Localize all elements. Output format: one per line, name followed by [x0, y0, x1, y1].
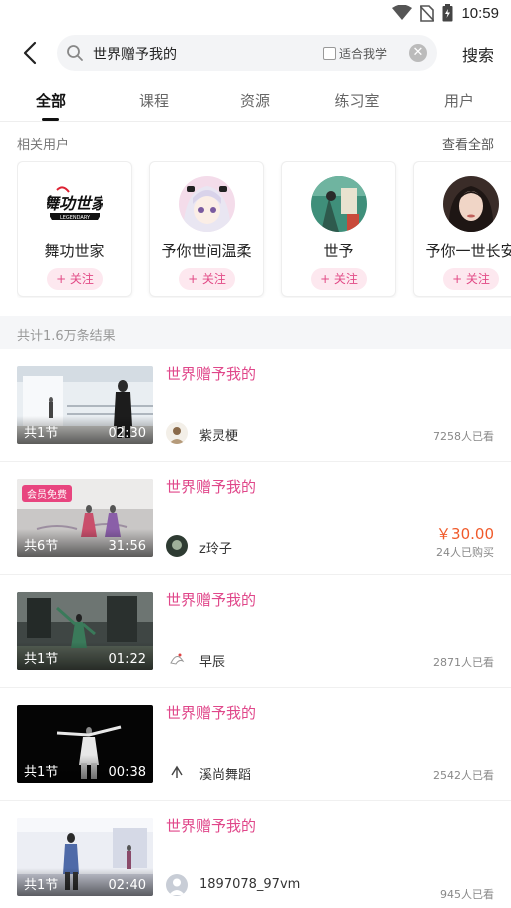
- course-item[interactable]: 共1节 01:22 世界赠予我的 早辰 2871人已看: [0, 575, 511, 688]
- duration: 31:56: [108, 539, 146, 554]
- result-count-bar: 共计1.6万条结果: [0, 316, 511, 349]
- course-thumbnail[interactable]: 共1节 00:38: [17, 705, 153, 783]
- duration: 02:30: [108, 426, 146, 441]
- search-icon: [67, 45, 83, 61]
- brand-logo-subtext: LEGENDARY: [60, 215, 91, 221]
- user-name: 予你世间温柔: [161, 242, 252, 260]
- related-users-title: 相关用户: [17, 138, 70, 153]
- search-input[interactable]: 世界赠予我的: [93, 44, 177, 64]
- search-button[interactable]: 搜索: [462, 42, 494, 66]
- fit-me-label: 适合我学: [339, 47, 388, 61]
- course-title[interactable]: 世界赠予我的: [166, 589, 256, 610]
- purchase-count: 24人已购买: [436, 546, 494, 559]
- author-avatar: [166, 535, 188, 557]
- author-avatar: [166, 648, 188, 670]
- clear-icon[interactable]: ✕: [409, 44, 427, 62]
- related-users-header: 相关用户 查看全部: [17, 134, 494, 153]
- duration: 01:22: [108, 652, 146, 667]
- user-card[interactable]: 予你一世长安 + 关注: [413, 161, 511, 297]
- status-time: 10:59: [461, 4, 499, 22]
- user-card[interactable]: 世予 + 关注: [281, 161, 396, 297]
- follow-button[interactable]: + 关注: [179, 268, 235, 290]
- duration: 02:40: [108, 878, 146, 893]
- tab-indicator: [42, 118, 59, 121]
- tab-courses[interactable]: 课程: [119, 90, 189, 111]
- course-item[interactable]: 共1节 00:38 世界赠予我的 溪尚舞蹈 2542人已看: [0, 688, 511, 801]
- course-item[interactable]: 会员免费 共6节 31:56 世界赠予我的 z玲子 ￥30.00 24人已购买: [0, 462, 511, 575]
- tab-users[interactable]: 用户: [424, 90, 494, 111]
- user-card[interactable]: 舞功世家 LEGENDARY 舞功世家 + 关注: [17, 161, 132, 297]
- follow-button[interactable]: + 关注: [443, 268, 499, 290]
- back-button[interactable]: [18, 40, 44, 66]
- user-name: 世予: [323, 242, 354, 260]
- related-users-list: 舞功世家 LEGENDARY 舞功世家 + 关注 予你世间温柔 + 关注: [17, 161, 511, 298]
- author-name: z玲子: [199, 542, 232, 557]
- view-count: 7258人已看: [433, 430, 494, 443]
- course-title[interactable]: 世界赠予我的: [166, 363, 256, 384]
- author-avatar: [166, 422, 188, 444]
- author-name: 早辰: [199, 655, 226, 670]
- brand-logo: 舞功世家 LEGENDARY: [47, 176, 103, 232]
- follow-button[interactable]: + 关注: [311, 268, 367, 290]
- author-name: 溪尚舞蹈: [199, 768, 252, 783]
- battery-icon: [442, 4, 453, 22]
- course-thumbnail[interactable]: 会员免费 共6节 31:56: [17, 479, 153, 557]
- course-thumbnail[interactable]: 共1节 01:22: [17, 592, 153, 670]
- view-count: 2871人已看: [433, 656, 494, 669]
- course-item[interactable]: 共1节 02:40 世界赠予我的 1897078_97vm 945人已看: [0, 801, 511, 908]
- course-item[interactable]: 共1节 02:30 世界赠予我的 紫灵梗 7258人已看: [0, 349, 511, 462]
- tab-bar: 全部 课程 资源 练习室 用户: [0, 80, 511, 122]
- user-name: 舞功世家: [44, 242, 105, 260]
- lesson-count: 共1节: [24, 765, 59, 780]
- price: ￥30.00: [436, 525, 494, 543]
- wifi-icon: [392, 5, 413, 20]
- search-row: 世界赠予我的 适合我学 ✕ 搜索: [0, 32, 511, 74]
- course-title[interactable]: 世界赠予我的: [166, 702, 256, 723]
- chevron-left-icon: [23, 41, 37, 65]
- view-count: 2542人已看: [433, 769, 494, 782]
- user-card[interactable]: 予你世间温柔 + 关注: [149, 161, 264, 297]
- avatar: [311, 176, 367, 232]
- author-name: 1897078_97vm: [199, 877, 301, 892]
- author-avatar: [166, 874, 188, 896]
- search-box[interactable]: 世界赠予我的 适合我学 ✕: [57, 35, 437, 71]
- no-sim-icon: [420, 4, 435, 22]
- avatar: [179, 176, 235, 232]
- lesson-count: 共1节: [24, 426, 59, 441]
- lesson-count: 共1节: [24, 652, 59, 667]
- tab-practice-room[interactable]: 练习室: [322, 90, 392, 111]
- result-count: 共计1.6万条结果: [17, 329, 116, 344]
- course-title[interactable]: 世界赠予我的: [166, 476, 256, 497]
- tab-all[interactable]: 全部: [16, 90, 86, 111]
- lesson-count: 共6节: [24, 539, 59, 554]
- lesson-count: 共1节: [24, 878, 59, 893]
- avatar: [443, 176, 499, 232]
- duration: 00:38: [108, 765, 146, 780]
- fit-me-checkbox[interactable]: [323, 47, 336, 60]
- follow-button[interactable]: + 关注: [47, 268, 103, 290]
- status-icons: 10:59: [392, 4, 499, 22]
- view-count: 945人已看: [440, 888, 494, 901]
- member-free-badge: 会员免费: [22, 485, 72, 502]
- author-avatar: [166, 761, 188, 783]
- status-bar: 10:59: [0, 0, 511, 30]
- user-name: 予你一世长安: [425, 242, 511, 260]
- course-title[interactable]: 世界赠予我的: [166, 815, 256, 836]
- tab-resources[interactable]: 资源: [220, 90, 290, 111]
- fit-me-toggle[interactable]: 适合我学: [323, 45, 387, 62]
- course-thumbnail[interactable]: 共1节 02:30: [17, 366, 153, 444]
- course-thumbnail[interactable]: 共1节 02:40: [17, 818, 153, 896]
- see-all-link[interactable]: 查看全部: [442, 134, 494, 153]
- author-name: 紫灵梗: [199, 429, 239, 444]
- brand-logo-text: 舞功世家: [47, 194, 103, 213]
- avatar: 舞功世家 LEGENDARY: [47, 176, 103, 232]
